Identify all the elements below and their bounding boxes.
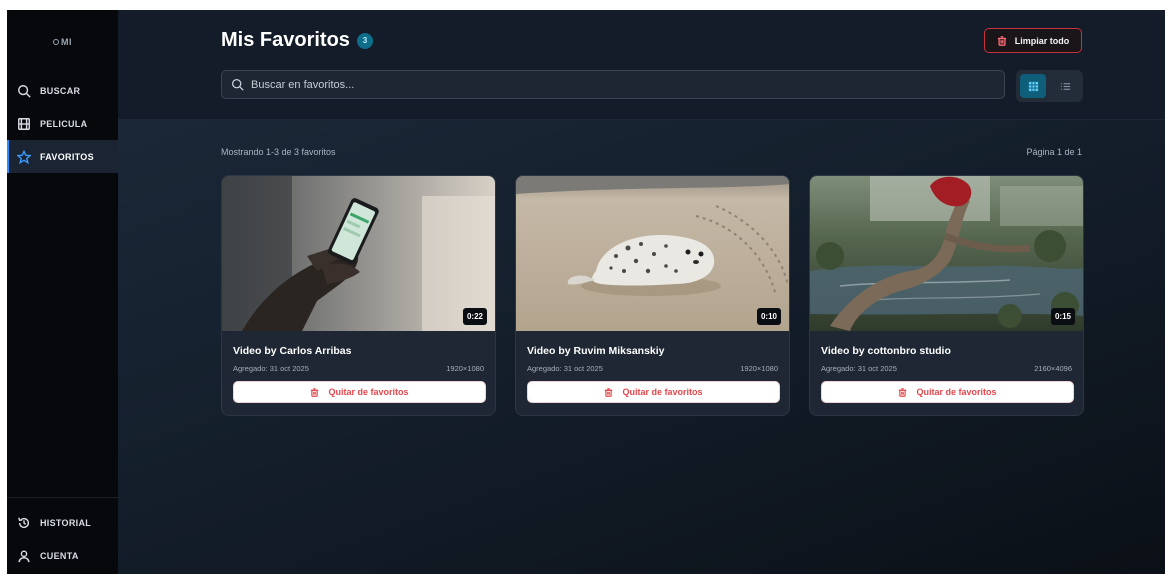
card-meta: Agregado: 31 oct 2025 2160×4096: [821, 364, 1072, 373]
added-date: Agregado: 31 oct 2025: [233, 364, 309, 373]
list-view-button[interactable]: [1052, 74, 1078, 98]
sidebar-bottom: HISTORIAL CUENTA: [7, 497, 118, 574]
sidebar-item-label: CUENTA: [40, 550, 79, 561]
grid-view-button[interactable]: [1020, 74, 1046, 98]
video-title: Video by Ruvim Miksanskiy: [527, 345, 665, 357]
thumbnail-forest-stream: [810, 176, 1083, 331]
card-meta: Agregado: 31 oct 2025 1920×1080: [233, 364, 484, 373]
page-title: Mis Favoritos: [221, 29, 350, 51]
clear-all-label: Limpiar todo: [1014, 35, 1070, 46]
sidebar-item-label: HISTORIAL: [40, 517, 92, 528]
clear-all-button[interactable]: Limpiar todo: [984, 28, 1082, 53]
page-header: Mis Favoritos 3 Limpiar todo: [118, 10, 1165, 120]
sidebar-item-historial[interactable]: HISTORIAL: [7, 506, 118, 539]
results-meta: Mostrando 1-3 de 3 favoritos Página 1 de…: [221, 147, 1082, 157]
trash-icon: [311, 387, 319, 397]
video-resolution: 1920×1080: [446, 364, 484, 373]
sidebar-item-label: FAVORITOS: [40, 151, 94, 162]
remove-favorite-label: Quitar de favoritos: [328, 387, 409, 397]
sidebar-item-pelicula[interactable]: PELICULA: [7, 107, 118, 140]
sidebar-item-favoritos[interactable]: FAVORITOS: [7, 140, 118, 173]
card-body: Video by cottonbro studio Agregado: 31 o…: [810, 331, 1083, 403]
added-date: Agregado: 31 oct 2025: [821, 364, 897, 373]
history-icon: [18, 517, 30, 528]
favorite-card[interactable]: 0:15 Video by cottonbro studio Agregado:…: [809, 175, 1084, 416]
view-toggle: [1016, 70, 1083, 102]
results-summary: Mostrando 1-3 de 3 favoritos: [221, 147, 336, 157]
sidebar-item-buscar[interactable]: BUSCAR: [7, 74, 118, 107]
remove-favorite-button[interactable]: Quitar de favoritos: [233, 381, 486, 403]
remove-favorite-button[interactable]: Quitar de favoritos: [527, 381, 780, 403]
video-title: Video by Carlos Arribas: [233, 345, 352, 357]
remove-favorite-label: Quitar de favoritos: [916, 387, 997, 397]
trash-icon: [899, 387, 907, 397]
sidebar-item-label: BUSCAR: [40, 85, 81, 96]
grid-icon: [1028, 81, 1038, 91]
video-resolution: 2160×4096: [1034, 364, 1072, 373]
logo-text: MI: [61, 37, 72, 47]
trash-icon: [997, 35, 1006, 46]
user-icon: [18, 549, 30, 562]
film-icon: [18, 117, 30, 130]
search-icon: [231, 78, 244, 91]
search-input[interactable]: [251, 78, 951, 91]
search-bar: [221, 70, 1005, 99]
sidebar-nav: BUSCAR PELICULA FAVORITOS: [7, 74, 118, 173]
trash-icon: [605, 387, 613, 397]
sidebar: MI BUSCAR PELICULA FAVORITOS HISTORIAL C…: [7, 10, 118, 574]
main-content: Mis Favoritos 3 Limpiar todo Most: [118, 10, 1165, 574]
list-icon: [1060, 82, 1070, 90]
video-resolution: 1920×1080: [740, 364, 778, 373]
video-duration: 0:10: [756, 308, 781, 325]
added-date: Agregado: 31 oct 2025: [527, 364, 603, 373]
favorite-card[interactable]: 0:22 Video by Carlos Arribas Agregado: 3…: [221, 175, 496, 416]
video-thumbnail[interactable]: 0:15: [810, 176, 1083, 331]
star-icon: [17, 149, 31, 164]
remove-favorite-label: Quitar de favoritos: [622, 387, 703, 397]
favorites-count-badge: 3: [356, 32, 373, 49]
app-logo[interactable]: MI: [7, 10, 118, 74]
app-window: MI BUSCAR PELICULA FAVORITOS HISTORIAL C…: [7, 10, 1165, 574]
video-duration: 0:22: [462, 308, 487, 325]
thumbnail-phone-hand: [222, 176, 495, 331]
card-body: Video by Carlos Arribas Agregado: 31 oct…: [222, 331, 495, 403]
thumbnail-seal-beach: [516, 176, 789, 331]
video-title: Video by cottonbro studio: [821, 345, 951, 357]
sidebar-item-label: PELICULA: [40, 118, 88, 129]
card-meta: Agregado: 31 oct 2025 1920×1080: [527, 364, 778, 373]
video-thumbnail[interactable]: 0:10: [516, 176, 789, 331]
favorites-grid: 0:22 Video by Carlos Arribas Agregado: 3…: [221, 175, 1084, 416]
favorite-card[interactable]: 0:10 Video by Ruvim Miksanskiy Agregado:…: [515, 175, 790, 416]
page-indicator: Página 1 de 1: [1026, 147, 1082, 157]
card-body: Video by Ruvim Miksanskiy Agregado: 31 o…: [516, 331, 789, 403]
logo-mark-icon: [53, 39, 59, 45]
remove-favorite-button[interactable]: Quitar de favoritos: [821, 381, 1074, 403]
video-thumbnail[interactable]: 0:22: [222, 176, 495, 331]
page-title-group: Mis Favoritos 3: [221, 29, 373, 52]
search-icon: [18, 84, 31, 98]
video-duration: 0:15: [1050, 308, 1075, 325]
sidebar-item-cuenta[interactable]: CUENTA: [7, 539, 118, 572]
